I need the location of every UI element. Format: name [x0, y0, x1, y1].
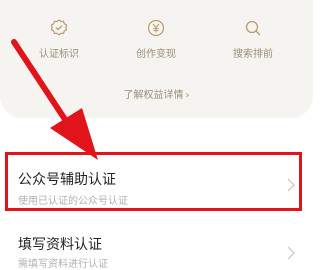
benefits-card: 认证标识 创作变现 搜索排前 了解权益详情 › [0, 0, 313, 118]
feature-label: 创作变现 [136, 49, 176, 60]
feature-search-rank[interactable]: 搜索排前 [208, 18, 298, 60]
chevron-right-icon: › [185, 90, 190, 101]
row-title: 填写资料认证 [18, 237, 102, 253]
feature-monetization[interactable]: 创作变现 [111, 18, 201, 60]
benefit-details-label: 了解权益详情 [123, 90, 184, 101]
yen-coin-icon [147, 19, 165, 37]
feature-label: 搜索排前 [233, 49, 273, 60]
row-title: 公众号辅助认证 [18, 172, 116, 188]
feature-verified-badge[interactable]: 认证标识 [14, 18, 104, 60]
row-subtitle: 使用已认证的公众号认证 [18, 196, 128, 207]
chevron-right-icon [287, 178, 295, 192]
fill-info-verification-row[interactable]: 填写资料认证 需填写资料进行认证 [0, 222, 313, 270]
search-icon [245, 20, 261, 36]
feature-label: 认证标识 [39, 49, 79, 60]
row-subtitle: 需填写资料进行认证 [18, 259, 108, 270]
benefit-details-link[interactable]: 了解权益详情 › [0, 86, 313, 101]
official-account-verification-row[interactable]: 公众号辅助认证 使用已认证的公众号认证 [0, 150, 313, 220]
badge-check-icon [50, 19, 68, 36]
